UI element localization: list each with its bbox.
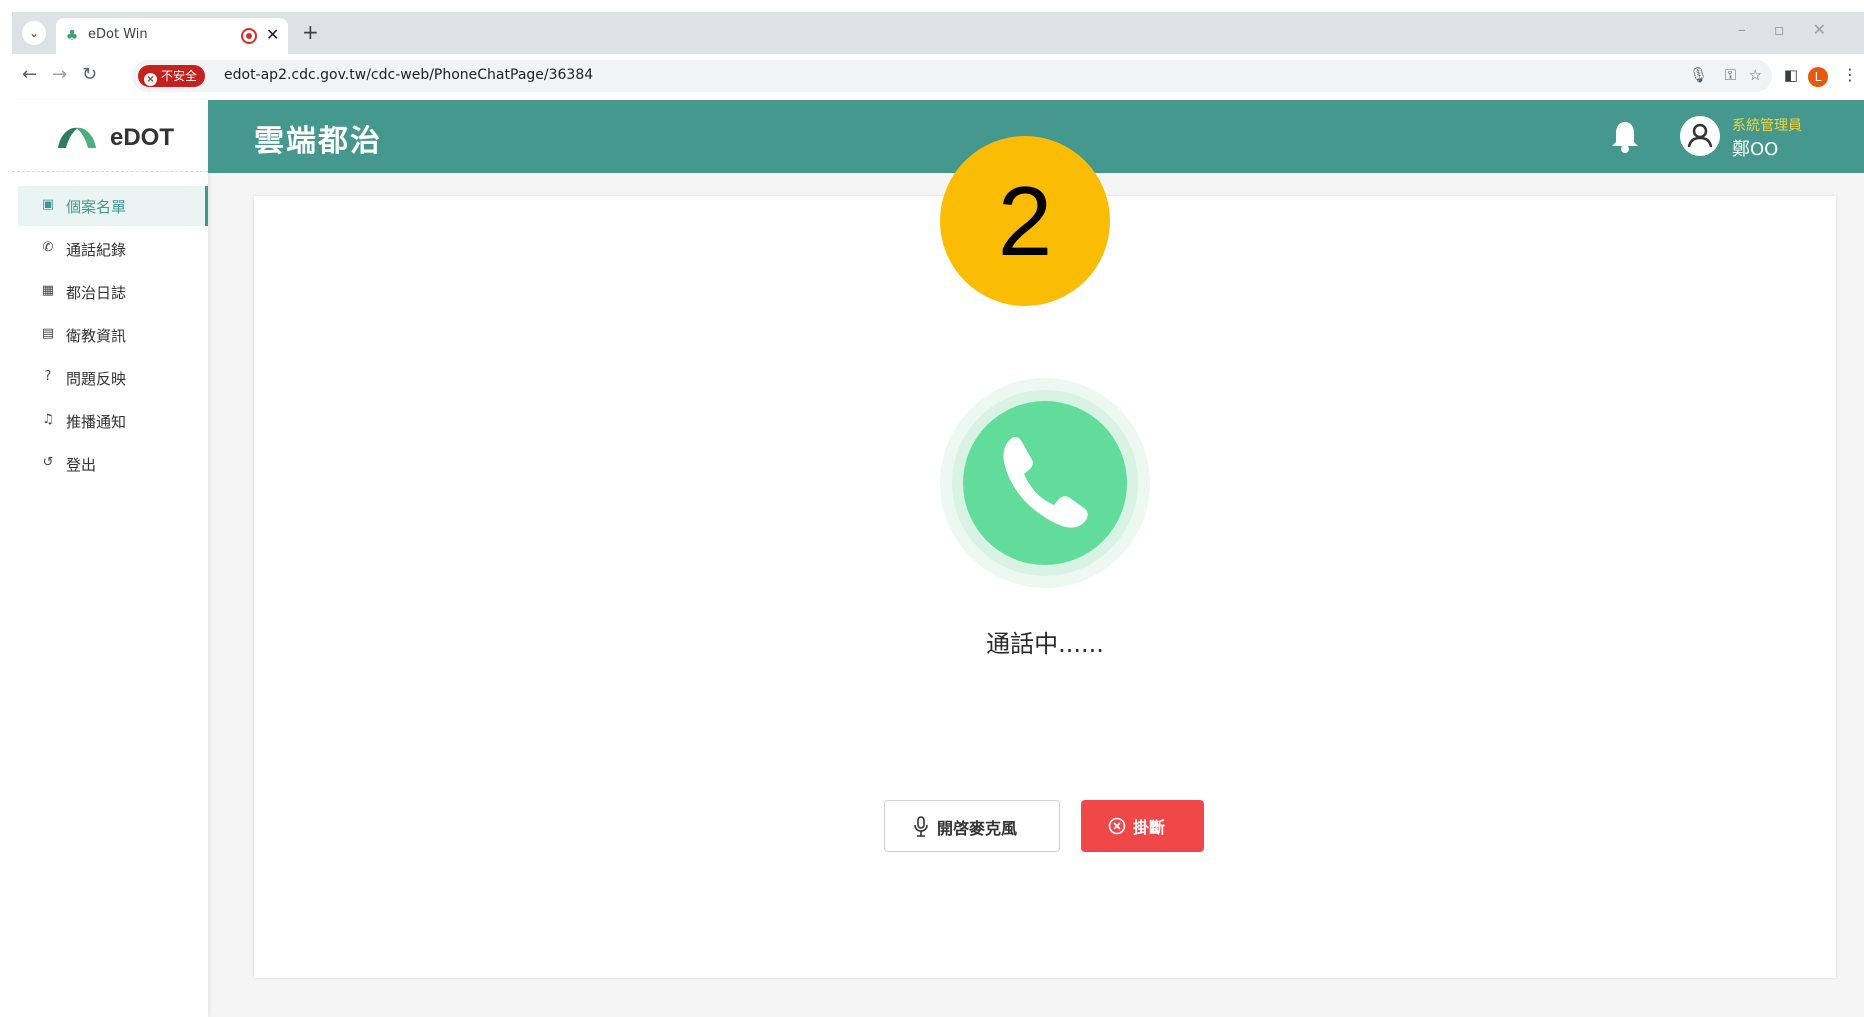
- sidebar-item-4[interactable]: ▤ 衛教資訊: [18, 315, 208, 355]
- sidebar-item-label: 都治日誌: [66, 284, 127, 302]
- sidebar-item-5[interactable]: ? 問題反映: [18, 358, 208, 398]
- star-icon[interactable]: ☆: [1749, 66, 1762, 84]
- user-role: 系統管理員: [1732, 118, 1802, 134]
- key-icon[interactable]: ⚿: [1725, 66, 1736, 84]
- side-panel-icon[interactable]: ◧: [1784, 66, 1798, 84]
- tab-search-chevron-icon[interactable]: ⌄: [22, 21, 46, 45]
- tab-strip: ⌄ ♣ eDot Win ✕ + –▫✕: [12, 12, 1864, 54]
- back-icon[interactable]: ←: [22, 64, 37, 85]
- app: eDOT ▣ 個案名單 ✆ 通話紀錄 ▦ 都治日誌 ▤ 衛教資訊? 問題反映 ♫ 推播通知 ↺ 登出 雲…: [12, 100, 1864, 1017]
- edot-favicon-icon: ♣: [65, 28, 79, 44]
- user-avatar-icon[interactable]: [1680, 116, 1720, 156]
- sidebar-item-7[interactable]: ↺ 登出: [18, 444, 208, 484]
- new-tab-icon[interactable]: +: [302, 20, 319, 44]
- close-circle-icon: [1108, 817, 1126, 835]
- grid-icon: ▦: [41, 283, 55, 298]
- page-title: 雲端都治: [254, 124, 382, 159]
- sidebar-item-1[interactable]: ▣ 個案名單: [18, 186, 208, 226]
- sidebar-menu: ▣ 個案名單 ✆ 通話紀錄 ▦ 都治日誌 ▤ 衛教資訊? 問題反映 ♫ 推播通知 ↺ 登出: [18, 186, 208, 487]
- phone-icon: ✆: [42, 240, 54, 255]
- enable-microphone-button[interactable]: 開啓麥克風: [884, 800, 1060, 852]
- close-tab-icon[interactable]: ✕: [266, 25, 279, 44]
- hang-up-label: 掛斷: [1133, 818, 1166, 837]
- brand-name: eDOT: [110, 124, 175, 151]
- hang-up-button[interactable]: 掛斷: [1081, 800, 1204, 852]
- warning-icon: ×: [144, 73, 157, 86]
- window-controls[interactable]: –▫✕: [1738, 20, 1854, 39]
- microphone-icon: [914, 816, 928, 837]
- reload-icon[interactable]: ↻: [82, 64, 97, 85]
- sidebar-item-label: 登出: [66, 456, 97, 474]
- id-card-icon: ▣: [41, 197, 55, 212]
- call-status: 通話中......: [986, 630, 1104, 658]
- sidebar-item-label: 個案名單: [66, 198, 127, 216]
- profile-avatar[interactable]: L: [1808, 67, 1828, 87]
- document-icon: ▤: [41, 326, 55, 341]
- sidebar-item-3[interactable]: ▦ 都治日誌: [18, 272, 208, 312]
- bell-icon: ♫: [42, 412, 54, 427]
- microphone-icon[interactable]: 🎙: [1689, 66, 1708, 84]
- forward-icon[interactable]: →: [52, 64, 67, 85]
- security-label: 不安全: [161, 69, 198, 83]
- browser-toolbar: ← → ↻ × 不安全 edot-ap2.cdc.gov.tw/cdc-web/P…: [12, 54, 1864, 100]
- mic-button-label: 開啓麥克風: [937, 819, 1018, 838]
- address-bar[interactable]: × 不安全 edot-ap2.cdc.gov.tw/cdc-web/PhoneCh…: [132, 60, 1772, 92]
- brand: eDOT: [12, 100, 208, 172]
- phone-call-icon: [940, 378, 1150, 588]
- sidebar-item-6[interactable]: ♫ 推播通知: [18, 401, 208, 441]
- sidebar-item-2[interactable]: ✆ 通話紀錄: [18, 229, 208, 269]
- sidebar-item-label: 衛教資訊: [66, 327, 127, 345]
- more-menu-icon[interactable]: ⋮: [1842, 65, 1858, 84]
- url-text[interactable]: edot-ap2.cdc.gov.tw/cdc-web/PhoneChatPag…: [224, 67, 593, 83]
- sidebar: eDOT ▣ 個案名單 ✆ 通話紀錄 ▦ 都治日誌 ▤ 衛教資訊? 問題反映 ♫ 推播通知 ↺ 登出: [12, 100, 208, 1017]
- step-number-badge: 2: [940, 136, 1110, 306]
- logout-icon: ↺: [42, 455, 54, 470]
- question-icon: ?: [44, 369, 52, 384]
- security-chip[interactable]: × 不安全: [138, 65, 206, 87]
- sidebar-item-label: 推播通知: [66, 413, 127, 431]
- recording-indicator-icon: [241, 28, 257, 44]
- user-name: 鄭OO: [1732, 139, 1779, 160]
- sidebar-item-label: 問題反映: [66, 370, 127, 388]
- leaf-logo-icon: [58, 127, 96, 148]
- browser-window: ⌄ ♣ eDot Win ✕ + –▫✕ ← → ↻ × 不安全 edot-ap2…: [0, 0, 1864, 1017]
- tab-title: eDot Win: [88, 27, 148, 42]
- sidebar-item-label: 通話紀錄: [66, 241, 127, 259]
- notification-bell-icon[interactable]: [1610, 120, 1640, 154]
- browser-tab[interactable]: ♣ eDot Win ✕: [56, 18, 288, 54]
